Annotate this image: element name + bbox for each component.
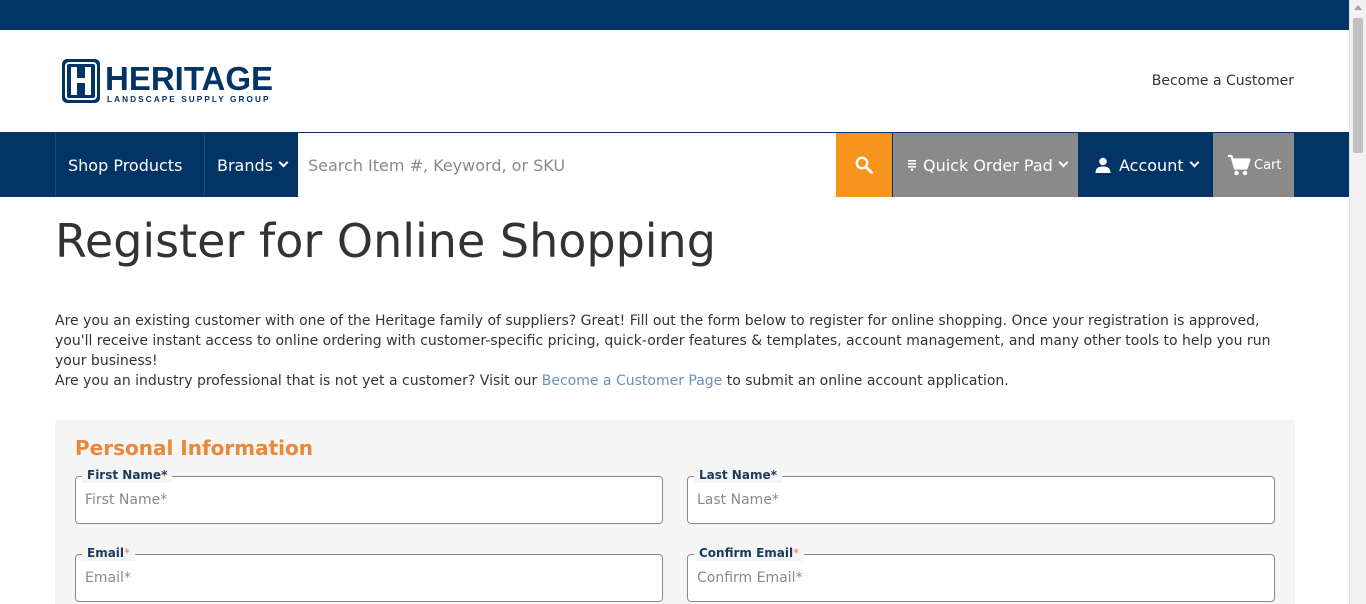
search-icon: [855, 156, 873, 174]
email-input[interactable]: [76, 555, 662, 601]
intro-paragraph-2: Are you an industry professional that is…: [55, 371, 1295, 391]
intro-text: Are you an existing customer with one of…: [55, 311, 1295, 391]
nav-account-dropdown[interactable]: Account: [1079, 133, 1212, 197]
email-label: Email*: [82, 545, 136, 561]
svg-text:LANDSCAPE SUPPLY GROUP: LANDSCAPE SUPPLY GROUP: [107, 95, 271, 104]
scroll-up-arrow-icon[interactable]: [1354, 5, 1362, 10]
last-name-input[interactable]: [688, 477, 1274, 523]
email-field[interactable]: Email*: [75, 545, 663, 602]
user-icon: [1095, 157, 1111, 173]
chevron-down-icon: [1189, 157, 1200, 168]
scrollbar-thumb[interactable]: [1353, 18, 1363, 153]
nav-cart-label: Cart: [1254, 157, 1282, 173]
top-strip: [0, 0, 1349, 30]
nav-shop-products-label: Shop Products: [68, 155, 183, 175]
chevron-down-icon: [278, 157, 289, 168]
search-button[interactable]: [836, 133, 892, 197]
confirm-email-field[interactable]: Confirm Email*: [687, 545, 1275, 602]
chevron-down-icon: [1058, 157, 1069, 168]
nav-brands-label: Brands: [217, 155, 273, 175]
nav-cart[interactable]: Cart: [1213, 133, 1294, 197]
become-customer-link[interactable]: Become a Customer: [1152, 73, 1294, 89]
nav-account-label: Account: [1119, 155, 1184, 175]
registration-form-panel: Personal Information First Name* Last Na…: [55, 420, 1295, 604]
nav-shop-products[interactable]: Shop Products: [55, 133, 205, 197]
intro-prefix: Are you an industry professional that is…: [55, 373, 542, 389]
confirm-email-label: Confirm Email*: [694, 545, 805, 561]
last-name-field[interactable]: Last Name*: [687, 467, 1275, 524]
nav-quick-order-pad[interactable]: Quick Order Pad: [893, 133, 1078, 197]
intro-paragraph: Are you an existing customer with one of…: [55, 313, 1271, 369]
cart-icon: [1228, 154, 1251, 176]
page-scrollbar[interactable]: [1349, 0, 1366, 604]
first-name-label: First Name*: [82, 467, 173, 483]
first-name-input[interactable]: [76, 477, 662, 523]
last-name-label: Last Name*: [694, 467, 782, 483]
intro-suffix: to submit an online account application.: [722, 373, 1009, 389]
site-header: HERITAGE LANDSCAPE SUPPLY GROUP Become a…: [0, 30, 1349, 132]
become-customer-page-link[interactable]: Become a Customer Page: [542, 373, 723, 389]
confirm-email-input[interactable]: [688, 555, 1274, 601]
svg-text:HERITAGE: HERITAGE: [105, 60, 273, 97]
nav-brands-dropdown[interactable]: Brands: [205, 133, 298, 197]
nav-quick-order-pad-label: Quick Order Pad: [923, 155, 1053, 175]
heritage-logo[interactable]: HERITAGE LANDSCAPE SUPPLY GROUP: [61, 58, 293, 106]
search-input[interactable]: [298, 133, 836, 197]
list-icon: [908, 160, 916, 171]
section-title-personal-info: Personal Information: [75, 436, 313, 460]
page-title: Register for Online Shopping: [55, 214, 716, 268]
first-name-field[interactable]: First Name*: [75, 467, 663, 524]
